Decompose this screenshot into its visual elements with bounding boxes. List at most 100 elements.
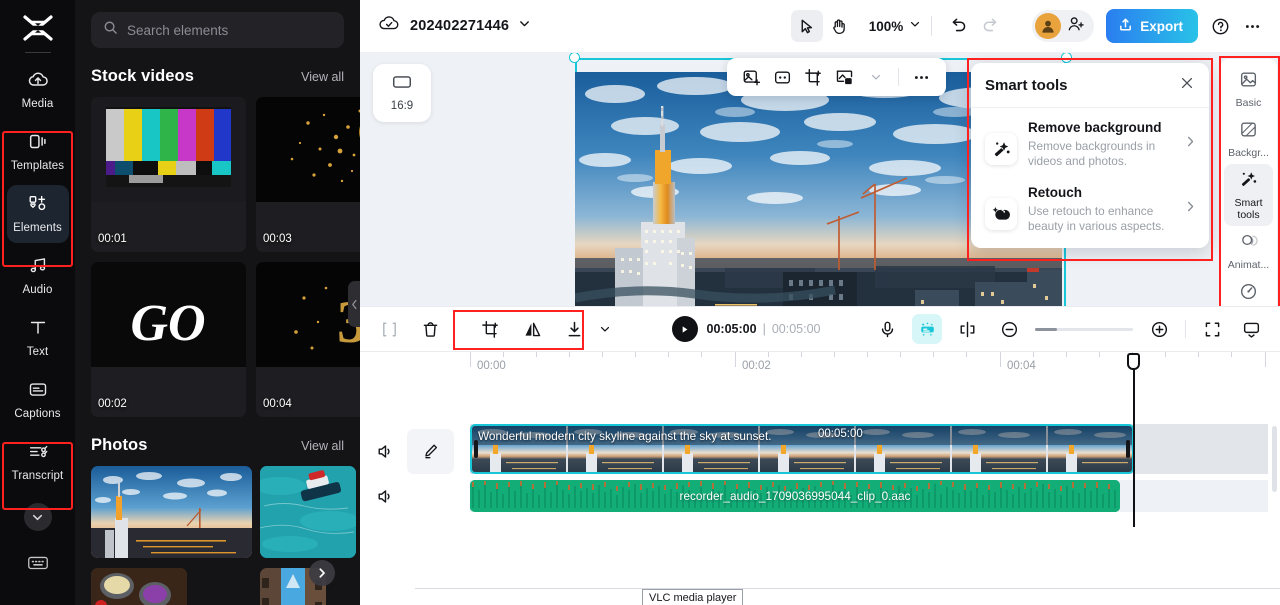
undo-button[interactable] (942, 10, 974, 42)
avatar[interactable] (1035, 13, 1062, 39)
keyboard-icon[interactable] (26, 553, 50, 577)
sidebar-item-elements[interactable]: Elements (6, 185, 69, 243)
section-title: Photos (91, 436, 148, 454)
preview-display-icon[interactable] (1236, 314, 1266, 344)
timeline-ruler[interactable]: 00:00 00:02 00:04 (360, 352, 1280, 382)
add-image-icon[interactable] (739, 65, 764, 90)
close-icon[interactable] (1179, 75, 1195, 96)
ruler-minor-tick (503, 352, 504, 357)
fit-screen-icon[interactable] (1197, 314, 1227, 344)
text-t-icon (27, 318, 49, 342)
sidebar-item-templates[interactable]: Templates (7, 123, 69, 181)
smart-tool-retouch[interactable]: Retouch Use retouch to enhance beauty in… (971, 173, 1209, 238)
capcut-logo-icon[interactable] (15, 8, 61, 48)
resize-handle-top-right[interactable] (1061, 53, 1072, 63)
audio-clip-name: recorder_audio_1709036995044_clip_0.aac (679, 489, 911, 503)
smart-tool-desc: Use retouch to enhance beauty in various… (1028, 204, 1165, 233)
expand-more-button[interactable] (23, 503, 52, 531)
clip-trim-handle-right[interactable] (1126, 440, 1130, 458)
rail-item-label: Smart tools (1234, 197, 1263, 221)
zoom-out-icon[interactable] (994, 314, 1024, 344)
sidebar-item-media[interactable]: Media (7, 61, 69, 119)
rail-item-label: Basic (1235, 97, 1262, 109)
playhead-knob[interactable] (1127, 353, 1140, 370)
stock-video-card[interactable]: 3 00:04 (256, 262, 360, 417)
video-clip[interactable]: Wonderful modern city skyline against th… (470, 424, 1134, 474)
rail-item-label: Animat... (1227, 259, 1270, 271)
rail-item-animation[interactable]: Animat... (1224, 226, 1273, 276)
delete-trash-icon[interactable] (415, 314, 445, 344)
ruler-minor-tick (1231, 352, 1232, 357)
hand-tool-button[interactable] (823, 10, 855, 42)
svg-text:GO: GO (130, 295, 205, 352)
microphone-icon[interactable] (872, 314, 902, 344)
zoom-in-icon[interactable] (1144, 314, 1174, 344)
playhead[interactable] (1133, 362, 1135, 527)
split-marker-icon[interactable] (952, 314, 982, 344)
stock-video-card[interactable]: 00:03 (256, 97, 360, 252)
speaker-icon[interactable] (370, 442, 400, 461)
split-icon[interactable] (374, 314, 404, 344)
sidebar-item-captions[interactable]: Captions (7, 371, 69, 429)
photo-card[interactable] (91, 466, 252, 558)
sidebar-item-label: Transcript (11, 469, 64, 482)
overlay-icon[interactable] (832, 65, 857, 90)
crop-icon[interactable] (475, 314, 505, 344)
chevron-down-icon[interactable] (518, 17, 531, 35)
chevron-down-icon[interactable] (863, 65, 888, 90)
stock-video-card[interactable]: 00:01 (91, 97, 246, 252)
more-options-button[interactable] (1236, 10, 1268, 42)
stock-video-card[interactable]: GO 00:02 (91, 262, 246, 417)
mask-icon[interactable] (770, 65, 795, 90)
smart-tool-remove-background[interactable]: Remove background Remove backgrounds in … (971, 108, 1209, 173)
add-person-icon[interactable] (1067, 15, 1085, 38)
zoom-slider[interactable] (1035, 327, 1133, 331)
preview-stage: 16:9 Smart tools Remove background Remov… (360, 53, 1280, 306)
search-input[interactable]: Search elements (91, 12, 344, 48)
ruler-label: 00:04 (1007, 360, 1036, 372)
redo-button[interactable] (974, 10, 1006, 42)
mirror-flip-icon[interactable] (517, 314, 547, 344)
auto-captions-icon[interactable] (912, 314, 942, 344)
sidebar-item-text[interactable]: Text (7, 309, 69, 367)
chevron-down-icon[interactable] (590, 314, 620, 344)
rail-item-basic[interactable]: Basic (1224, 64, 1273, 114)
photo-card[interactable] (91, 568, 187, 605)
rail-item-background[interactable]: Backgr... (1224, 114, 1273, 164)
left-navigation-rail: Media Templates Elements Audio Text Capt… (0, 0, 75, 605)
sidebar-item-audio[interactable]: Audio (7, 247, 69, 305)
project-name[interactable]: 202402271446 (410, 18, 509, 34)
more-horizontal-icon[interactable] (909, 65, 934, 90)
edit-caption-button[interactable] (407, 428, 454, 474)
zoom-level[interactable]: 100% (869, 19, 904, 34)
photos-grid (75, 466, 360, 605)
account-group[interactable] (1032, 10, 1095, 42)
timeline-scrollbar[interactable] (1272, 426, 1277, 492)
speaker-icon[interactable] (370, 487, 400, 506)
taskbar-strip (415, 588, 1280, 605)
panel-collapse-handle[interactable] (348, 281, 360, 327)
aspect-ratio-button[interactable]: 16:9 (373, 64, 431, 122)
clip-trim-handle-left[interactable] (474, 440, 478, 458)
photo-card[interactable] (260, 466, 356, 558)
crop-icon[interactable] (801, 65, 826, 90)
view-all-link-photos[interactable]: View all (301, 439, 344, 453)
chevron-down-icon[interactable] (909, 17, 921, 35)
sidebar-item-label: Text (26, 345, 49, 358)
ruler-label: 00:00 (477, 360, 506, 372)
select-tool-button[interactable] (790, 10, 823, 42)
rail-item-smart-tools[interactable]: Smart tools (1224, 164, 1273, 226)
search-placeholder: Search elements (127, 22, 229, 38)
taskbar-window-label[interactable]: VLC media player (642, 589, 744, 605)
timeline[interactable]: 00:00 00:02 00:04 Wonderful modern city … (360, 352, 1280, 605)
sidebar-item-transcript[interactable]: Transcript (7, 433, 69, 491)
play-button[interactable] (671, 316, 698, 342)
view-all-link-stock-videos[interactable]: View all (301, 70, 344, 84)
photos-next-button[interactable] (309, 560, 335, 586)
audio-clip[interactable]: recorder_audio_1709036995044_clip_0.aac (470, 480, 1120, 512)
rail-item-speed[interactable]: Speed (1224, 276, 1273, 306)
ruler-minor-tick (867, 352, 868, 357)
help-button[interactable] (1204, 10, 1236, 42)
download-icon[interactable] (559, 314, 589, 344)
export-button[interactable]: Export (1106, 9, 1198, 43)
